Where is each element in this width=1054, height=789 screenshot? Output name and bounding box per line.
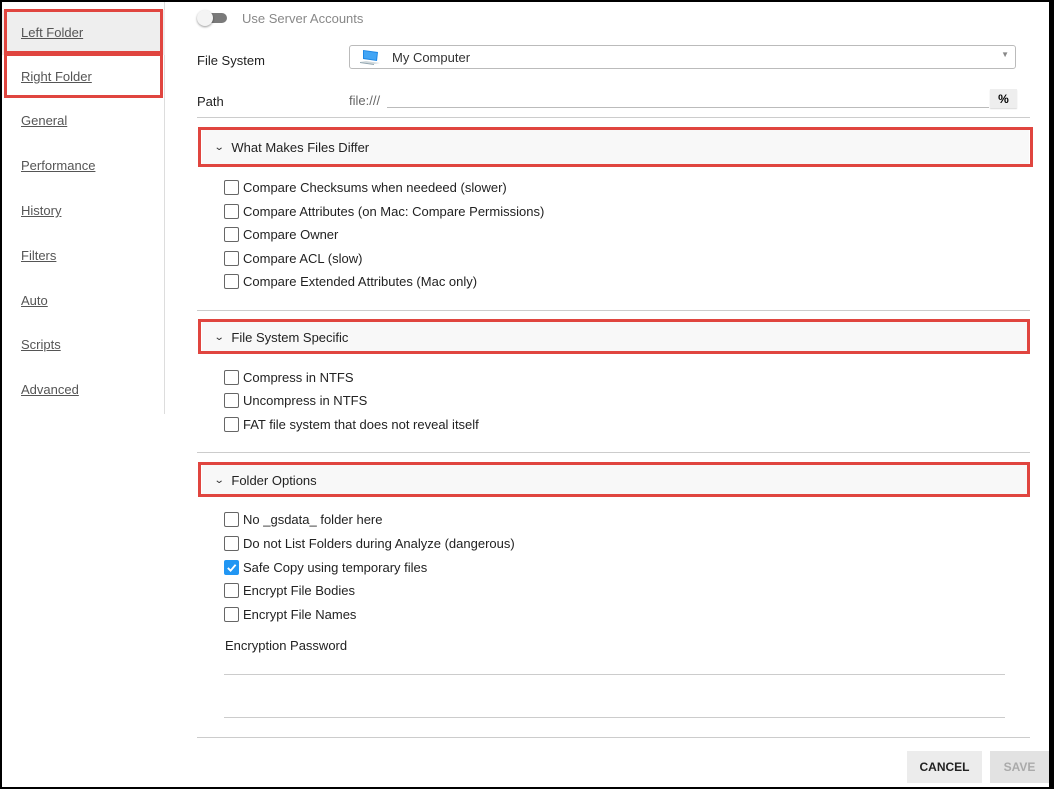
sidebar-item-performance[interactable]: Performance <box>2 143 165 188</box>
section-header-what-makes-files-differ[interactable]: ⌄ What Makes Files Differ <box>202 130 1029 164</box>
option-compress-ntfs[interactable]: Compress in NTFS <box>224 368 354 386</box>
option-label: Compare Checksums when needeed (slower) <box>243 179 507 195</box>
sidebar-item-label: Right Folder <box>21 69 92 84</box>
sidebar-item-label: Filters <box>21 248 57 263</box>
sidebar-item-label: General <box>21 113 68 128</box>
server-accounts-label: Use Server Accounts <box>242 11 364 26</box>
sidebar-item-label: Advanced <box>21 382 79 397</box>
section-header-file-system-specific[interactable]: ⌄ File System Specific <box>202 320 1029 354</box>
sidebar-item-filters[interactable]: Filters <box>2 233 165 278</box>
option-uncompress-ntfs[interactable]: Uncompress in NTFS <box>224 391 367 409</box>
checkmark-icon <box>227 563 237 572</box>
section-title: Folder Options <box>231 472 317 488</box>
checkbox[interactable] <box>224 273 239 289</box>
checkbox-checked[interactable] <box>224 559 239 575</box>
divider <box>197 737 1030 738</box>
option-safe-copy[interactable]: Safe Copy using temporary files <box>224 558 427 576</box>
encryption-password-input[interactable] <box>224 657 1005 675</box>
checkbox[interactable] <box>224 606 239 622</box>
option-compare-acl[interactable]: Compare ACL (slow) <box>224 249 362 267</box>
file-system-select[interactable]: My Computer ▼ <box>349 45 1016 69</box>
checkbox[interactable] <box>224 250 239 266</box>
option-compare-attributes[interactable]: Compare Attributes (on Mac: Compare Perm… <box>224 202 544 220</box>
checkbox[interactable] <box>224 582 239 598</box>
option-encrypt-file-bodies[interactable]: Encrypt File Bodies <box>224 581 355 599</box>
option-label: Compress in NTFS <box>243 369 354 385</box>
sidebar: Left Folder Right Folder General Perform… <box>2 2 165 414</box>
sidebar-item-general[interactable]: General <box>2 98 165 143</box>
file-system-value: My Computer <box>392 50 471 65</box>
settings-dialog: Left Folder Right Folder General Perform… <box>2 2 1049 787</box>
checkbox[interactable] <box>224 226 239 242</box>
sidebar-item-label: Auto <box>21 293 48 308</box>
checkbox[interactable] <box>224 392 239 408</box>
path-variables-button[interactable]: % <box>990 89 1017 108</box>
save-button[interactable]: SAVE <box>990 751 1049 783</box>
option-compare-checksums[interactable]: Compare Checksums when needeed (slower) <box>224 178 507 196</box>
checkbox[interactable] <box>224 535 239 551</box>
toggle-knob <box>197 10 213 26</box>
option-label: Compare ACL (slow) <box>243 250 363 266</box>
server-accounts-toggle[interactable] <box>197 10 227 26</box>
file-system-label: File System <box>197 53 265 68</box>
sidebar-item-label: Performance <box>21 158 96 173</box>
option-label: Encrypt File Bodies <box>243 582 355 598</box>
checkbox[interactable] <box>224 179 239 195</box>
option-label: Safe Copy using temporary files <box>243 559 428 575</box>
option-label: Compare Attributes (on Mac: Compare Perm… <box>243 203 545 219</box>
option-do-not-list-folders[interactable]: Do not List Folders during Analyze (dang… <box>224 534 515 552</box>
chevron-down-icon: ⌄ <box>213 474 225 486</box>
section-title: What Makes Files Differ <box>231 139 370 155</box>
path-prefix: file:/// <box>349 93 381 108</box>
encryption-password-confirm-input[interactable] <box>224 700 1005 718</box>
sidebar-item-history[interactable]: History <box>2 188 165 233</box>
option-label: FAT file system that does not reveal its… <box>243 416 479 432</box>
chevron-down-icon: ⌄ <box>213 141 225 153</box>
sidebar-item-advanced[interactable]: Advanced <box>2 367 165 412</box>
chevron-down-icon: ⌄ <box>213 331 225 343</box>
sidebar-item-left-folder[interactable]: Left Folder <box>2 10 165 55</box>
cancel-button[interactable]: CANCEL <box>907 751 982 783</box>
option-no-gsdata-folder[interactable]: No _gsdata_ folder here <box>224 510 382 528</box>
checkbox[interactable] <box>224 416 239 432</box>
option-fat-file-system[interactable]: FAT file system that does not reveal its… <box>224 415 479 433</box>
option-label: Do not List Folders during Analyze (dang… <box>243 535 515 551</box>
sidebar-item-scripts[interactable]: Scripts <box>2 322 165 367</box>
checkbox[interactable] <box>224 203 239 219</box>
sidebar-item-auto[interactable]: Auto <box>2 278 165 323</box>
divider <box>197 117 1030 118</box>
encryption-password-label: Encryption Password <box>225 638 348 653</box>
option-label: Uncompress in NTFS <box>243 392 368 408</box>
sidebar-item-right-folder[interactable]: Right Folder <box>2 54 165 99</box>
option-label: Compare Owner <box>243 226 339 242</box>
option-label: Compare Extended Attributes (Mac only) <box>243 273 478 289</box>
path-input[interactable] <box>387 90 989 108</box>
chevron-down-icon: ▼ <box>1001 50 1009 59</box>
divider <box>197 310 1030 311</box>
section-header-folder-options[interactable]: ⌄ Folder Options <box>202 463 1029 497</box>
path-label: Path <box>197 94 224 109</box>
divider <box>197 452 1030 453</box>
sidebar-item-label: Scripts <box>21 337 61 352</box>
option-compare-extended-attributes[interactable]: Compare Extended Attributes (Mac only) <box>224 272 477 290</box>
sidebar-item-label: History <box>21 203 62 218</box>
section-title: File System Specific <box>231 329 349 345</box>
option-encrypt-file-names[interactable]: Encrypt File Names <box>224 605 356 623</box>
option-label: No _gsdata_ folder here <box>243 511 383 527</box>
checkbox[interactable] <box>224 511 239 527</box>
sidebar-item-label: Left Folder <box>21 25 84 40</box>
computer-icon <box>360 50 380 65</box>
checkbox[interactable] <box>224 369 239 385</box>
option-label: Encrypt File Names <box>243 606 357 622</box>
option-compare-owner[interactable]: Compare Owner <box>224 225 338 243</box>
